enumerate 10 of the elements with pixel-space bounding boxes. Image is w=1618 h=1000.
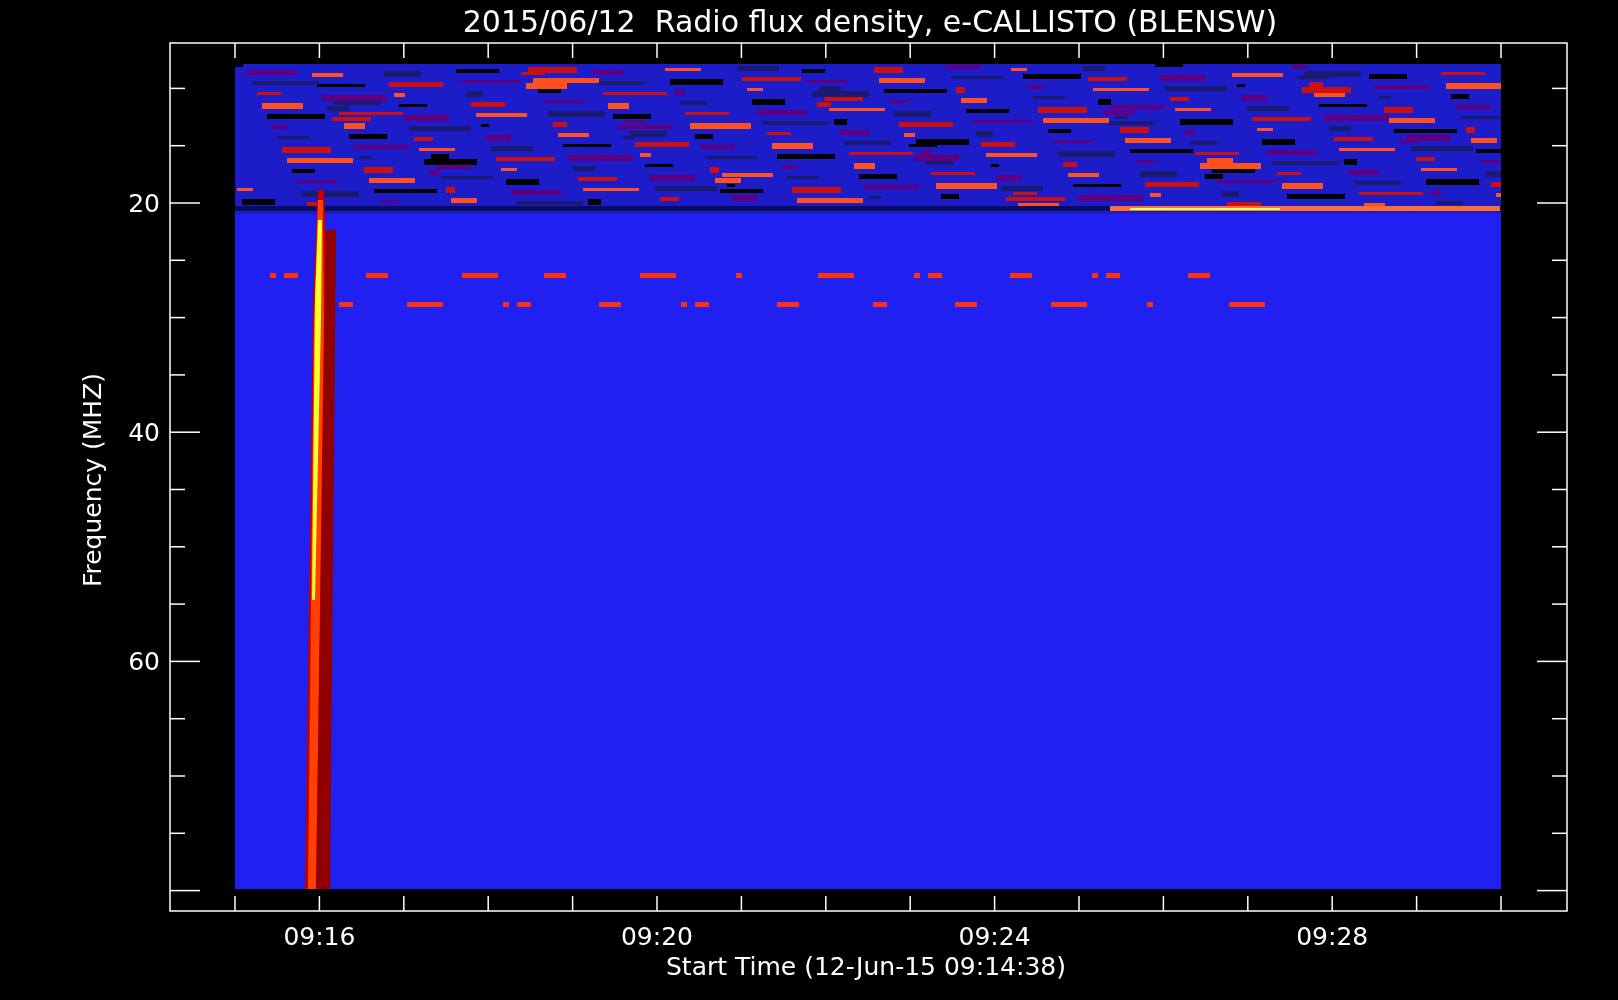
x-tick-label: 09:28 <box>1296 922 1369 951</box>
y-tick-label: 40 <box>128 418 160 448</box>
y-axis-label: Frequency (MHZ) <box>78 372 107 588</box>
chart-title: 2015/06/12 Radio flux density, e-CALLISTO (BLENSW) <box>462 4 1278 39</box>
x-tick-label: 09:20 <box>621 922 693 951</box>
x-tick-label: 09:24 <box>958 922 1031 951</box>
y-tick-label: 20 <box>128 189 160 218</box>
x-axis-label: Start Time (12-Jun-15 09:14:38) <box>666 952 1066 981</box>
y-tick-label: 60 <box>128 647 160 677</box>
x-tick-label: 09:16 <box>283 922 356 951</box>
